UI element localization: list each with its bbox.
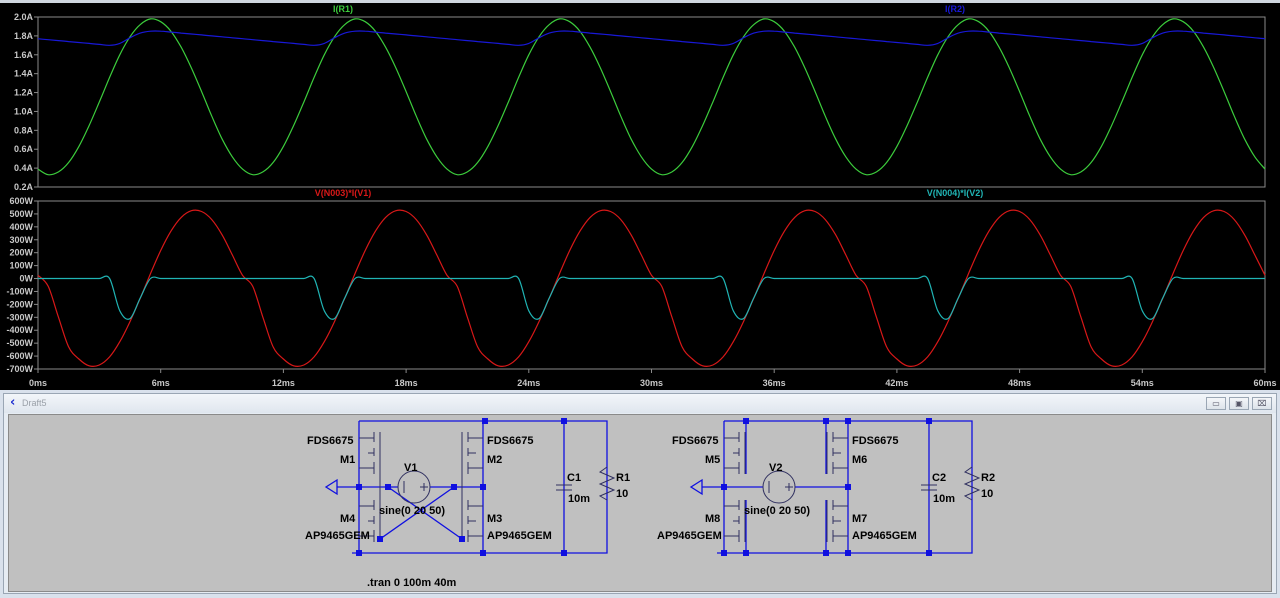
v1-label: V1 — [404, 462, 417, 474]
mosfet-m7[interactable] — [826, 500, 848, 542]
r1-value-label: 10 — [616, 488, 628, 500]
tran-directive[interactable]: .tran 0 100m 40m — [367, 577, 456, 589]
r2-label: R2 — [981, 472, 995, 484]
schematic-window[interactable]: ‹ Draft5 ▭ ▣ ⌧ FDS6675 M1 M4 AP9465GEM F… — [3, 393, 1277, 594]
r2-value-label: 10 — [981, 488, 993, 500]
v1-value-label: sine(0 20 50) — [379, 505, 445, 517]
mosfet-m8[interactable] — [724, 500, 746, 542]
circuit-1[interactable]: FDS6675 M1 M4 AP9465GEM FDS6675 M2 M3 AP… — [305, 418, 630, 556]
mosfet-m3[interactable] — [467, 500, 483, 542]
m8-label: M8 — [705, 513, 720, 525]
r1-label: R1 — [616, 472, 630, 484]
c1-value-label: 10m — [568, 493, 590, 505]
ground-icon — [324, 478, 338, 496]
m7-model-label: AP9465GEM — [852, 530, 917, 542]
m1-label: M1 — [340, 454, 355, 466]
m3-label: M3 — [487, 513, 502, 525]
c2-label: C2 — [932, 472, 946, 484]
m7-label: M7 — [852, 513, 867, 525]
schematic-canvas[interactable]: FDS6675 M1 M4 AP9465GEM FDS6675 M2 M3 AP… — [8, 414, 1272, 592]
m4-model-label: AP9465GEM — [305, 530, 370, 542]
mosfet-m5[interactable] — [724, 432, 746, 474]
ground-icon — [689, 478, 703, 496]
v2-label: V2 — [769, 462, 782, 474]
mosfet-m6[interactable] — [826, 432, 848, 474]
c1-label: C1 — [567, 472, 581, 484]
m6-label: M6 — [852, 454, 867, 466]
m1-model-label: FDS6675 — [307, 435, 353, 447]
m4-label: M4 — [340, 513, 356, 525]
source-polarity-icon — [768, 481, 793, 493]
m5-model-label: FDS6675 — [672, 435, 718, 447]
m2-label: M2 — [487, 454, 502, 466]
m5-label: M5 — [705, 454, 720, 466]
m8-model-label: AP9465GEM — [657, 530, 722, 542]
source-polarity-icon — [403, 481, 428, 493]
m2-model-label: FDS6675 — [487, 435, 533, 447]
wires — [702, 420, 973, 554]
c2-value-label: 10m — [933, 493, 955, 505]
v2-value-label: sine(0 20 50) — [744, 505, 810, 517]
circuit-2[interactable]: FDS6675 M5 M8 AP9465GEM FDS6675 M6 M7 AP… — [657, 418, 995, 556]
schematic-drawing[interactable]: FDS6675 M1 M4 AP9465GEM FDS6675 M2 M3 AP… — [2, 2, 1280, 598]
m6-model-label: FDS6675 — [852, 435, 898, 447]
wires — [337, 420, 608, 554]
m3-model-label: AP9465GEM — [487, 530, 552, 542]
